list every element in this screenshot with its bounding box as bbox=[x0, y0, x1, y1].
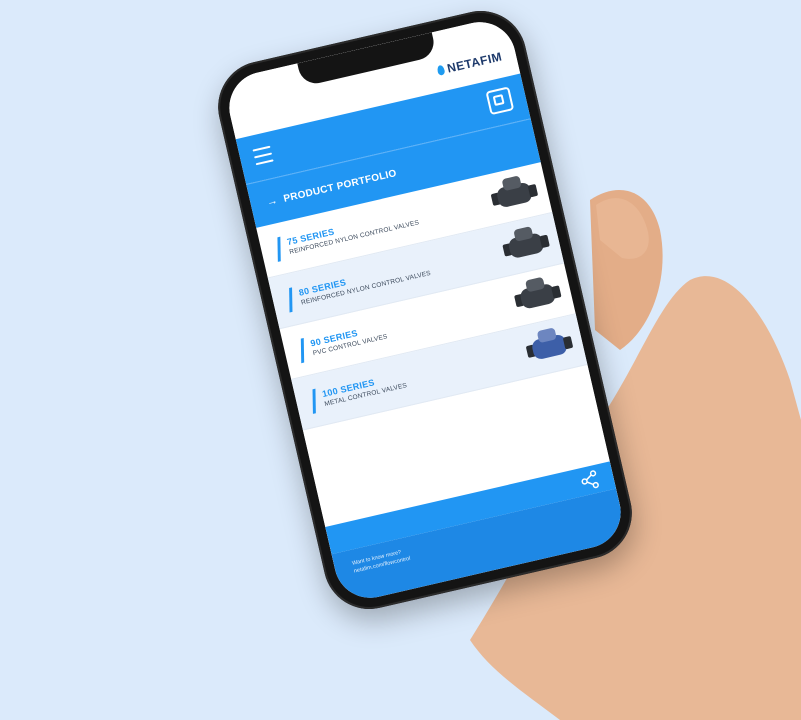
thumb-overlay bbox=[596, 198, 649, 259]
scene: NETAFIM → PRODUCT PORTFOLIO 75 SERIES RE… bbox=[0, 0, 801, 720]
